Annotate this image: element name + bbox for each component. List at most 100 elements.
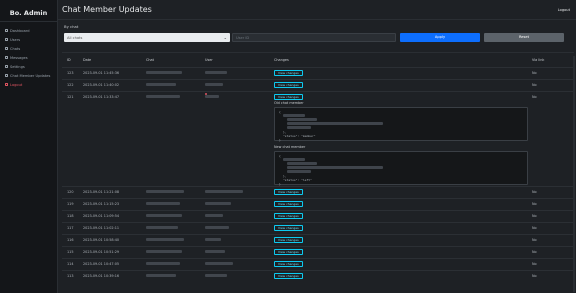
chat-select-value: All chats: [67, 35, 83, 40]
new-member-label: New chat member: [274, 145, 306, 149]
view-changes-button[interactable]: View changes: [274, 248, 303, 255]
row-via-link: No: [532, 82, 537, 87]
table-row: 115 2023-09-01 10:51:29 View changes No: [62, 246, 574, 258]
sidebar-item-users[interactable]: Users: [0, 35, 57, 44]
row-id: 121: [67, 94, 74, 99]
user-id-input[interactable]: User ID: [232, 33, 396, 42]
col-date: Date: [83, 58, 92, 62]
gear-icon: [5, 65, 8, 68]
row-chat: [146, 225, 178, 230]
row-id: 123: [67, 70, 74, 75]
row-date: 2023-09-01 11:40:02: [83, 82, 120, 87]
row-date: 2023-09-01 11:21:08: [83, 189, 120, 194]
row-id: 117: [67, 225, 74, 230]
row-via-link: No: [532, 273, 537, 278]
sidebar-item-label: Chat Member Updates: [10, 73, 51, 78]
row-chat: [146, 70, 182, 75]
view-changes-button[interactable]: View changes: [274, 81, 303, 88]
row-chat: [146, 82, 176, 87]
sidebar-item-member-updates[interactable]: Chat Member Updates: [0, 71, 57, 80]
chat-select[interactable]: All chats ⌄: [64, 33, 230, 42]
row-date: 2023-09-01 11:02:11: [83, 225, 120, 230]
apply-button[interactable]: Apply: [400, 33, 480, 42]
sidebar-item-label: Dashboard: [10, 28, 30, 33]
view-changes-button[interactable]: View changes: [274, 224, 303, 231]
row-date: 2023-09-01 11:33:47: [83, 94, 120, 99]
row-chat: [146, 94, 180, 99]
row-via-link: No: [532, 225, 537, 230]
row-date: 2023-09-01 11:45:36: [83, 70, 120, 75]
table-row: 123 2023-09-01 11:45:36 View changes No: [62, 67, 574, 79]
row-chat: [146, 213, 182, 218]
row-via-link: No: [532, 237, 537, 242]
view-changes-button[interactable]: View changes: [274, 200, 303, 207]
logout-link[interactable]: Logout: [558, 8, 570, 12]
main-content: Chat Member Updates Logout By chat All c…: [58, 0, 576, 293]
view-changes-button[interactable]: View changes: [274, 188, 303, 195]
table-row: 116 2023-09-01 10:58:40 View changes No: [62, 234, 574, 246]
row-user: [205, 249, 225, 254]
row-user: [205, 201, 231, 206]
row-user: [205, 82, 223, 87]
sidebar-item-label: Settings: [10, 64, 25, 69]
scrollbar[interactable]: [573, 56, 575, 292]
new-status-line: "status": "left": [283, 178, 312, 182]
row-date: 2023-09-01 10:39:16: [83, 273, 120, 278]
view-changes-button[interactable]: View changes: [274, 93, 303, 100]
row-chat: [146, 261, 180, 266]
table-row: 117 2023-09-01 11:02:11 View changes No: [62, 222, 574, 234]
old-member-json: { }, "status": "member" }: [274, 107, 528, 142]
chevron-down-icon: ⌄: [223, 35, 227, 40]
row-user: [205, 213, 223, 218]
row-user: [205, 70, 227, 75]
row-date: 2023-09-01 10:47:05: [83, 261, 120, 266]
sidebar-item-label: Messages: [10, 55, 28, 60]
sidebar-item-dashboard[interactable]: Dashboard: [0, 26, 57, 35]
table-row: 114 2023-09-01 10:47:05 View changes No: [62, 258, 574, 270]
sidebar-item-messages[interactable]: Messages: [0, 53, 57, 62]
sidebar-item-label: Logout: [10, 82, 23, 87]
row-via-link: No: [532, 189, 537, 194]
row-via-link: No: [532, 94, 537, 99]
message-icon: [5, 56, 8, 59]
brand-title: Bo. Admin: [0, 0, 57, 22]
row-id: 119: [67, 201, 74, 206]
sidebar-item-settings[interactable]: Settings: [0, 62, 57, 71]
col-user: User: [205, 58, 213, 62]
view-changes-button[interactable]: View changes: [274, 212, 303, 219]
updates-table: ID Date Chat User Changes Via link 123 20…: [62, 52, 574, 293]
row-id: 122: [67, 82, 74, 87]
row-via-link: No: [532, 70, 537, 75]
table-row: 113 2023-09-01 10:39:16 View changes No: [62, 270, 574, 282]
row-id: 116: [67, 237, 74, 242]
view-changes-button[interactable]: View changes: [274, 260, 303, 267]
row-user: [205, 237, 221, 242]
users-icon: [5, 38, 8, 41]
table-row: 120 2023-09-01 11:21:08 View changes No: [62, 186, 574, 198]
members-icon: [5, 74, 8, 77]
row-date: 2023-09-01 11:15:23: [83, 201, 120, 206]
row-via-link: No: [532, 261, 537, 266]
table-row: 119 2023-09-01 11:15:23 View changes No: [62, 198, 574, 210]
chat-icon: [5, 47, 8, 50]
view-changes-button[interactable]: View changes: [274, 69, 303, 76]
table-row: 118 2023-09-01 11:09:54 View changes No: [62, 210, 574, 222]
row-id: 114: [67, 261, 74, 266]
view-changes-button[interactable]: View changes: [274, 236, 303, 243]
row-id: 115: [67, 249, 74, 254]
sidebar-item-label: Chats: [10, 46, 21, 51]
sidebar-item-chats[interactable]: Chats: [0, 44, 57, 53]
col-chat: Chat: [146, 58, 154, 62]
row-via-link: No: [532, 201, 537, 206]
reset-button[interactable]: Reset: [484, 33, 564, 42]
row-date: 2023-09-01 11:09:54: [83, 213, 120, 218]
row-via-link: No: [532, 213, 537, 218]
col-via-link: Via link: [532, 58, 545, 62]
filter-label: By chat: [64, 24, 79, 29]
col-id: ID: [67, 58, 71, 62]
row-date: 2023-09-01 10:58:40: [83, 237, 120, 242]
view-changes-button[interactable]: View changes: [274, 272, 303, 279]
sidebar-item-label: Users: [10, 37, 21, 42]
row-via-link: No: [532, 249, 537, 254]
sidebar-item-logout[interactable]: Logout: [0, 80, 57, 89]
